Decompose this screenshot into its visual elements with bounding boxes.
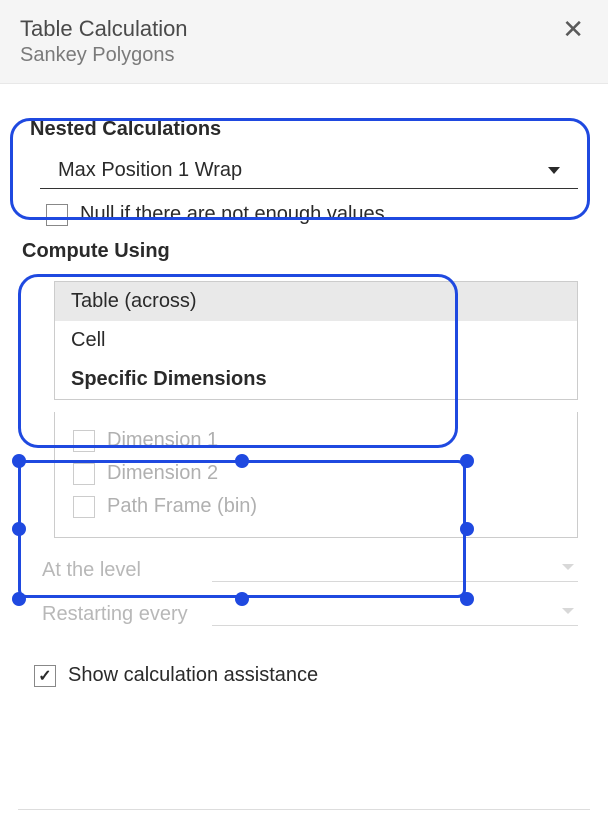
dialog-subtitle: Sankey Polygons [20, 44, 188, 67]
compute-using-section: Compute Using Table (across) Cell Specif… [22, 240, 586, 538]
dialog-title: Table Calculation [20, 16, 188, 42]
at-level-dropdown [212, 558, 578, 582]
dimension-checkbox[interactable] [73, 463, 95, 485]
divider [18, 809, 590, 810]
compute-option-specific-dimensions[interactable]: Specific Dimensions [55, 360, 577, 399]
show-assist-row[interactable]: Show calculation assistance [34, 664, 586, 687]
at-level-field: At the level [42, 558, 578, 582]
dimension-row[interactable]: Dimension 2 [55, 457, 577, 490]
dialog-header: Table Calculation Sankey Polygons ✕ [0, 0, 608, 84]
chevron-down-icon [562, 564, 574, 570]
nested-calculations-value: Max Position 1 Wrap [58, 159, 242, 182]
dimension-checkbox[interactable] [73, 430, 95, 452]
chevron-down-icon [562, 608, 574, 614]
show-assist-checkbox[interactable] [34, 665, 56, 687]
compute-using-label: Compute Using [22, 240, 586, 263]
dimension-checkbox[interactable] [73, 496, 95, 518]
restarting-dropdown [212, 602, 578, 626]
null-option-label: Null if there are not enough values [80, 203, 385, 226]
restarting-label: Restarting every [42, 603, 212, 626]
dimensions-list: Dimension 1 Dimension 2 Path Frame (bin) [54, 412, 578, 538]
compute-option-table-across[interactable]: Table (across) [55, 282, 577, 321]
compute-option-cell[interactable]: Cell [55, 321, 577, 360]
null-option-row[interactable]: Null if there are not enough values [46, 203, 586, 226]
dialog-content: Nested Calculations Max Position 1 Wrap … [0, 84, 608, 707]
dimension-row[interactable]: Path Frame (bin) [55, 490, 577, 523]
compute-using-list: Table (across) Cell Specific Dimensions [54, 281, 578, 400]
close-icon[interactable]: ✕ [558, 16, 588, 42]
dimension-label: Dimension 2 [107, 462, 218, 485]
nested-calculations-dropdown[interactable]: Max Position 1 Wrap [40, 159, 578, 189]
header-titles: Table Calculation Sankey Polygons [20, 16, 188, 67]
chevron-down-icon [548, 167, 560, 174]
null-option-checkbox[interactable] [46, 204, 68, 226]
nested-calculations-label: Nested Calculations [30, 118, 586, 141]
dimension-row[interactable]: Dimension 1 [55, 424, 577, 457]
at-level-label: At the level [42, 559, 212, 582]
restarting-field: Restarting every [42, 602, 578, 626]
dimension-label: Dimension 1 [107, 429, 218, 452]
nested-calculations-section: Nested Calculations Max Position 1 Wrap [22, 118, 586, 189]
dimension-label: Path Frame (bin) [107, 495, 257, 518]
show-assist-label: Show calculation assistance [68, 664, 318, 687]
